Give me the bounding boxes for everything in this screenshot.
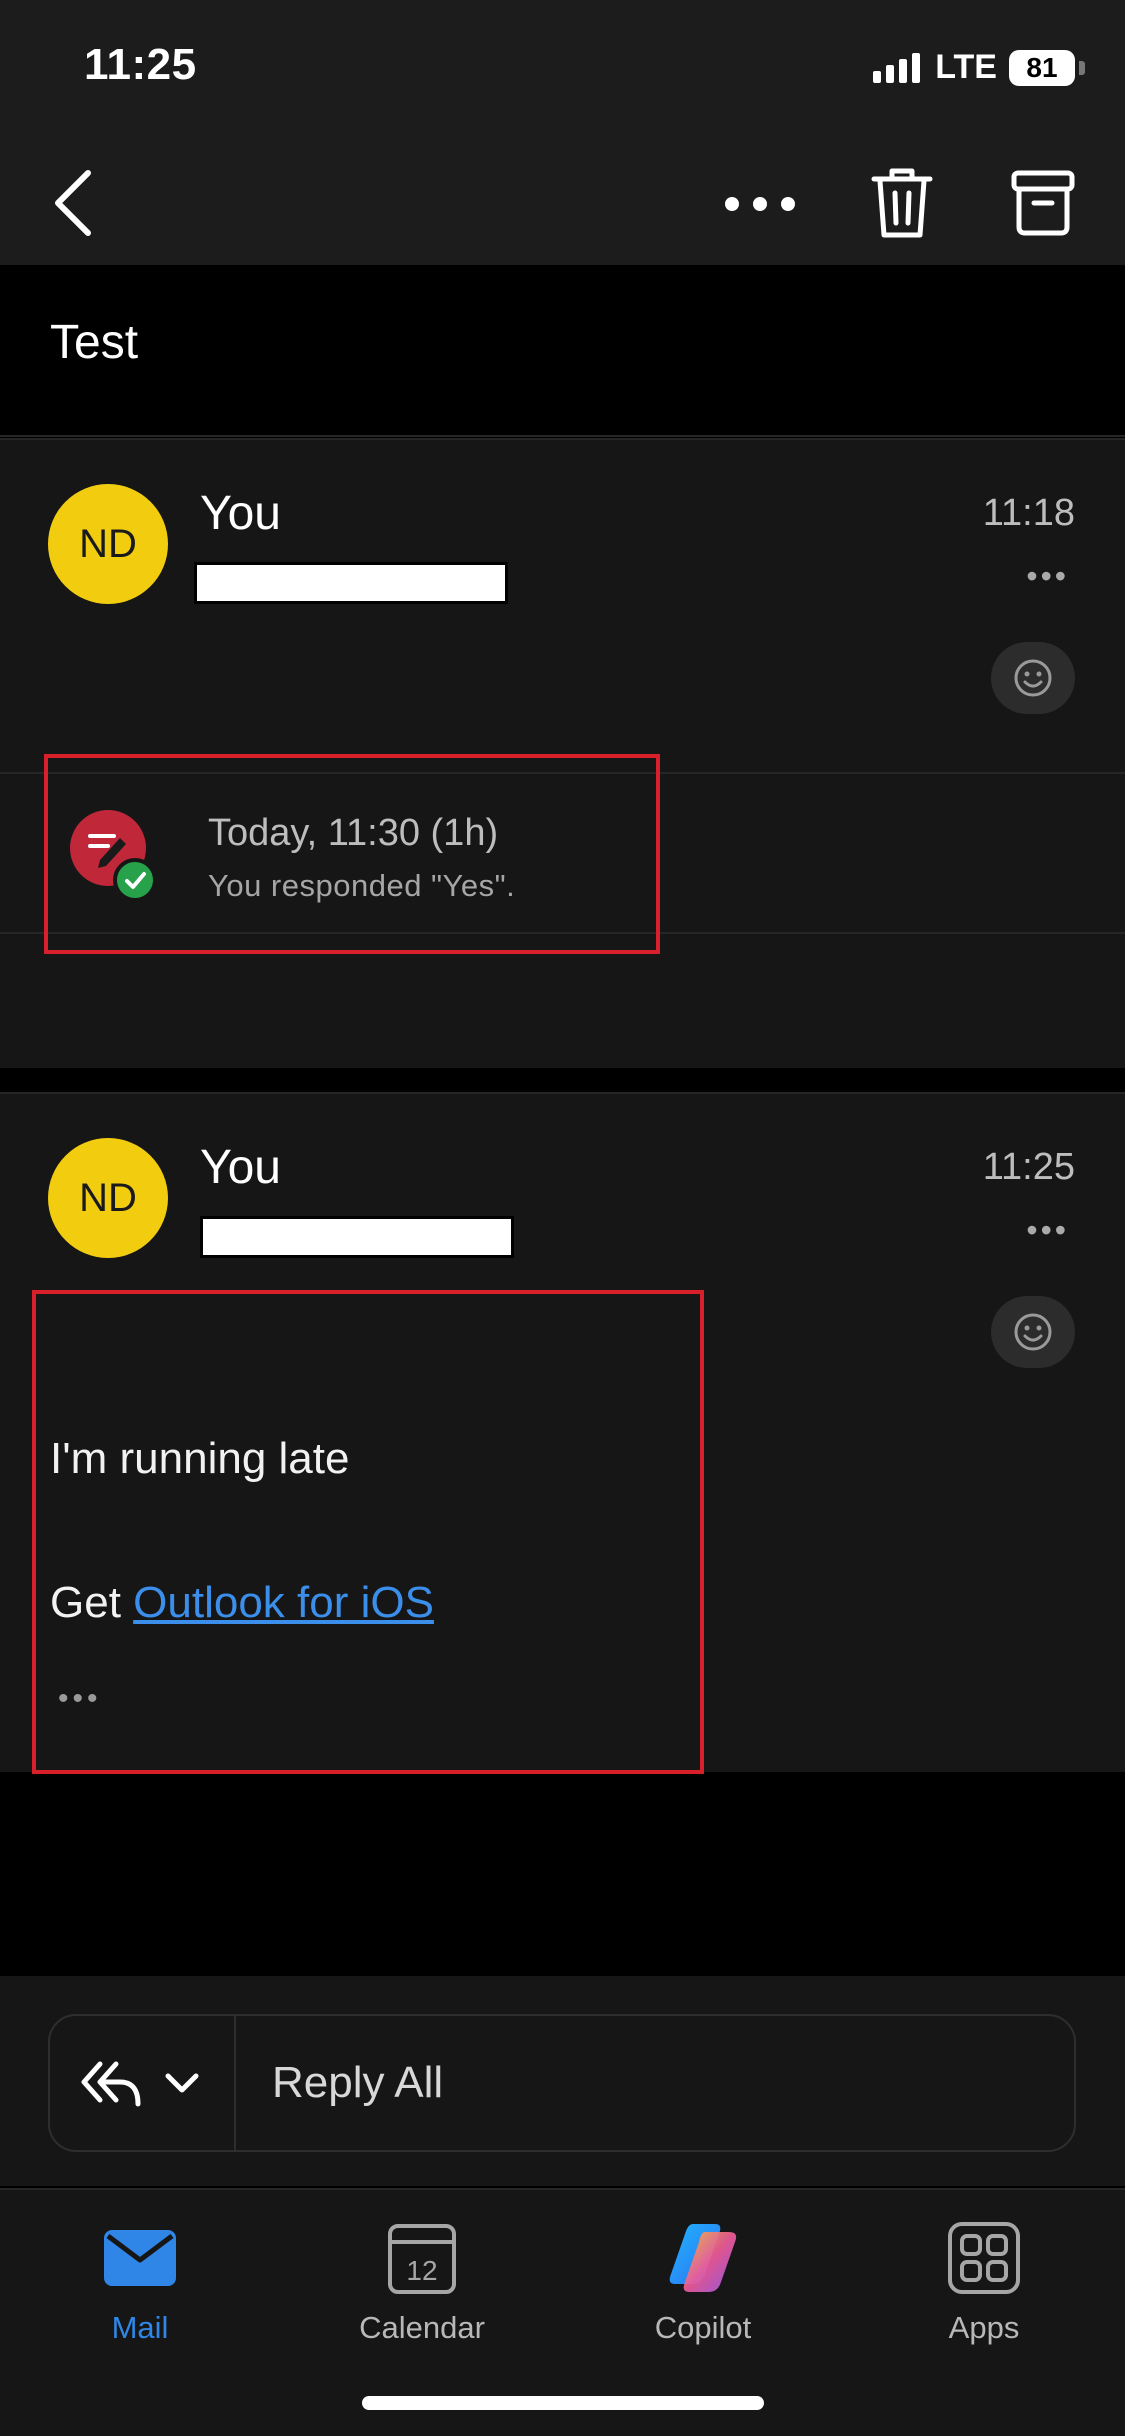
reaction-button[interactable] [991,1296,1075,1368]
trash-icon[interactable] [868,163,936,243]
reply-all-box[interactable]: Reply All [48,2014,1076,2152]
message-card[interactable]: ND You 11:25 ••• I'm running late Get Ou… [0,1092,1125,1774]
network-type: LTE [935,48,997,86]
reply-all-icon [81,2061,141,2107]
subject-header: Test [0,265,1125,437]
avatar[interactable]: ND [48,484,168,604]
message-time: 11:25 [982,1146,1075,1188]
calendar-icon: 12 [388,2224,456,2294]
message-card[interactable]: ND You 11:18 ••• Today, 11:30 (1h) You r… [0,438,1125,1068]
tab-mail[interactable]: Mail [40,2210,240,2380]
tab-calendar[interactable]: 12 Calendar [322,2210,522,2380]
reply-all-label: Reply All [272,2058,444,2107]
highlight-annotation [44,754,660,954]
smiley-icon [1014,1313,1052,1351]
signal-icon [873,52,921,83]
message-time: 11:18 [982,492,1075,534]
highlight-annotation [32,1290,704,1774]
tab-label: Calendar [359,2310,485,2345]
sender-name: You [200,487,281,540]
archive-icon[interactable] [1008,163,1078,243]
chevron-left-icon[interactable] [46,163,106,243]
chevron-down-icon [165,2073,199,2093]
battery-icon: 81 [1009,49,1075,86]
battery-level: 81 [1026,51,1058,83]
reply-area: Reply All [0,1976,1125,2186]
redacted-recipient [194,562,508,604]
tab-label: Mail [111,2310,169,2345]
status-indicators: LTE 81 [873,48,1085,87]
avatar[interactable]: ND [48,1138,168,1258]
battery-tip [1079,60,1085,75]
message-more-button[interactable]: ••• [1026,1212,1069,1249]
status-time: 11:25 [84,40,197,89]
smiley-icon [1014,659,1052,697]
ellipsis-icon[interactable] [720,169,800,239]
tab-label: Copilot [654,2310,752,2345]
reply-options-button[interactable] [50,2016,236,2150]
tab-label: Apps [948,2310,1020,2345]
mail-icon [104,2230,176,2286]
sender-name: You [200,1141,281,1194]
calendar-day-number: 12 [406,2255,437,2286]
tab-copilot[interactable]: Copilot [603,2210,803,2380]
thread-subject: Test [50,316,139,369]
home-indicator[interactable] [362,2396,764,2410]
tab-apps[interactable]: Apps [884,2210,1084,2380]
navigation-bar [0,135,1125,265]
message-more-button[interactable]: ••• [1026,558,1069,595]
status-bar: 11:25 LTE 81 [0,0,1125,135]
apps-grid-icon [948,2222,1020,2294]
reaction-button[interactable] [991,642,1075,714]
copilot-icon [669,2224,737,2292]
redacted-recipient [200,1216,514,1258]
